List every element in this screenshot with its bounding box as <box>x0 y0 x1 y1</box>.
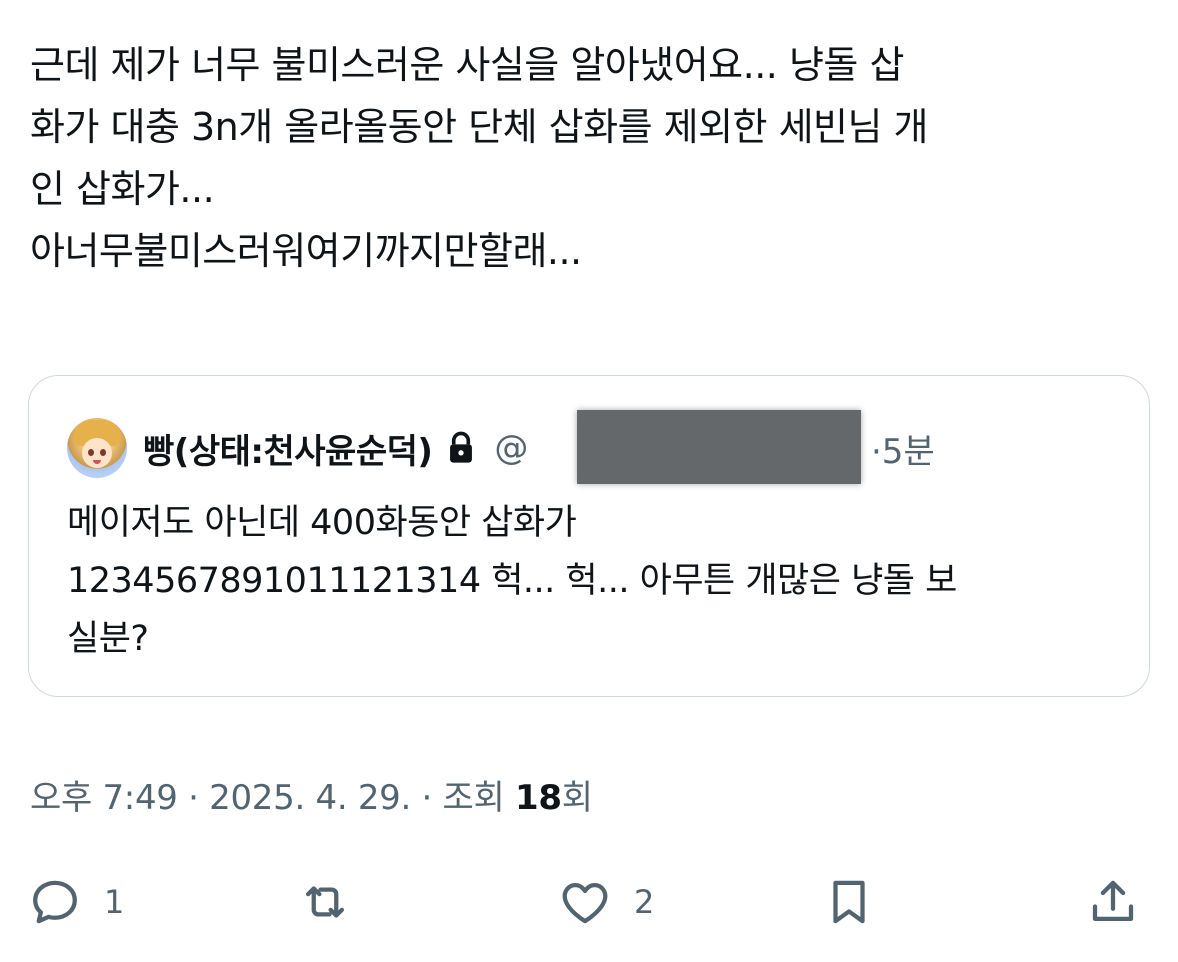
lock-icon <box>446 431 476 465</box>
share-icon <box>1092 880 1134 922</box>
tweet-meta: 오후 7:49 · 2025. 4. 29. · 조회 18회 <box>30 770 593 819</box>
quoted-display-name[interactable]: 빵(상태:천사윤순덕) <box>143 424 433 473</box>
avatar[interactable] <box>67 418 127 478</box>
tweet-text-line: 근데 제가 너무 불미스러운 사실을 알아냈어요... 냥돌 삽 <box>30 43 904 87</box>
retweet-icon <box>305 886 345 918</box>
tweet-text-line: 인 삽화가... <box>30 167 215 211</box>
action-bar: 1 2 <box>0 870 1178 934</box>
views-suffix: 회 <box>561 778 593 818</box>
tweet-timestamp[interactable]: 오후 7:49 · 2025. 4. 29. · 조회 <box>30 778 515 818</box>
reply-icon <box>33 880 77 924</box>
tweet-text-line: 아너무불미스러워여기까지만할래... <box>30 229 582 273</box>
views-count: 18 <box>515 778 562 818</box>
redacted-handle-box <box>577 410 861 484</box>
quoted-body-line: 1234567891011121314 헉... 헉... 아무튼 개많은 냥돌… <box>67 561 957 601</box>
quoted-body-line: 실분? <box>67 619 149 659</box>
quoted-tweet-body: 메이저도 아닌데 400화동안 삽화가 1234567891011121314 … <box>67 494 1107 668</box>
heart-icon <box>562 882 608 924</box>
like-count: 2 <box>634 883 655 921</box>
share-button[interactable] <box>1086 870 1140 934</box>
like-button[interactable]: 2 <box>558 870 654 934</box>
bookmark-button[interactable] <box>822 870 876 934</box>
quoted-tweet-time[interactable]: ·5분 <box>871 424 935 473</box>
quoted-tweet-card[interactable]: 빵(상태:천사윤순덕) @ ·5분 메이저도 아닌데 400화동안 삽화가 12… <box>28 375 1150 697</box>
quoted-tweet-header: 빵(상태:천사윤순덕) @ <box>67 412 528 484</box>
bookmark-icon <box>833 880 865 924</box>
quoted-body-line: 메이저도 아닌데 400화동안 삽화가 <box>67 503 577 543</box>
reply-count: 1 <box>104 883 125 921</box>
tweet-text: 근데 제가 너무 불미스러운 사실을 알아냈어요... 냥돌 삽 화가 대충 3… <box>30 34 1150 282</box>
retweet-button[interactable] <box>298 870 352 934</box>
quoted-handle: @ <box>494 428 529 468</box>
reply-button[interactable]: 1 <box>28 870 124 934</box>
tweet-text-line: 화가 대충 3n개 올라올동안 단체 삽화를 제외한 세빈님 개 <box>30 105 929 149</box>
